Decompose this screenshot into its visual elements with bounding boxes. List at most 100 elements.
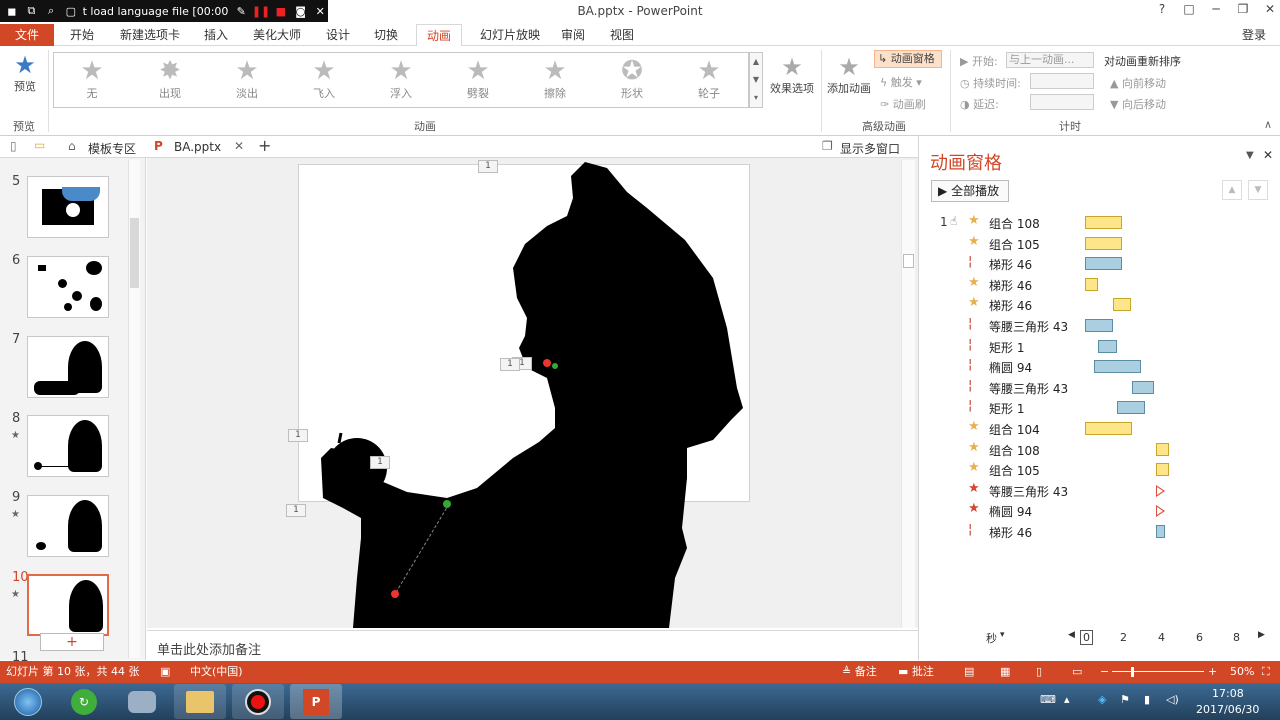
clock-date[interactable]: 2017/06/30 [1196,703,1259,716]
taskbar-app-green-icon[interactable]: ↻ [58,684,110,719]
pane-move-down-icon[interactable]: ▼ [1248,180,1268,200]
anim-tag[interactable]: 1 [478,160,498,173]
zoom-level[interactable]: 50% [1230,661,1254,683]
reading-view-icon[interactable]: ▯ [1036,661,1042,683]
multiwindow-button[interactable]: 显示多窗口 [840,140,900,157]
zoom-slider[interactable] [1112,671,1204,672]
anim-float-in[interactable]: ★ 浮入 [371,57,431,101]
help-button[interactable]: ? [1148,2,1176,20]
close-recorder-icon[interactable]: ✕ [312,3,328,19]
anim-none[interactable]: ★ 无 [62,57,122,101]
language-status[interactable]: 中文(中国) [190,661,243,683]
close-tab-icon[interactable]: ✕ [234,139,244,153]
tab-transitions[interactable]: 切换 [366,24,406,46]
new-doc-icon[interactable]: ▯ [10,139,17,153]
tray-flag-icon[interactable]: ⚑ [1120,693,1130,706]
tab-beautify[interactable]: 美化大师 [244,24,310,46]
timing-bar[interactable] [1085,236,1123,250]
timing-bar[interactable] [1131,380,1154,394]
login-link[interactable]: 登录 [1242,24,1266,46]
zoom-in-icon[interactable]: + [1208,661,1217,683]
taskbar-recorder-icon[interactable] [232,684,284,719]
timeline-unit[interactable]: 秒 [986,630,997,646]
tray-up-icon[interactable]: ▴ [1064,693,1070,706]
clock-time[interactable]: 17:08 [1212,687,1244,700]
animation-item[interactable]: ★ 等腰三角形 43 [938,481,1268,501]
animation-item[interactable]: ★ 组合 104 [938,419,1268,439]
ribbon-display-button[interactable]: □ [1175,2,1203,20]
timing-bar[interactable] [1112,298,1132,312]
tray-keyboard-icon[interactable]: ⌨ [1040,693,1056,706]
gallery-scroll[interactable]: ▲ ▼ ▾ [749,52,763,108]
anim-painter-button[interactable]: ✑ 动画刷 [880,96,926,112]
duration-input[interactable] [1030,73,1094,89]
animation-item[interactable]: ★ 组合 105 [938,460,1268,480]
add-slide-button[interactable]: + [40,633,104,651]
taskbar-powerpoint-icon[interactable]: P [290,684,342,719]
pane-move-up-icon[interactable]: ▲ [1222,180,1242,200]
timing-bar[interactable] [1085,216,1123,229]
anim-fade[interactable]: ★ 淡出 [217,57,277,101]
start-button[interactable] [2,684,54,719]
anim-split[interactable]: ★ 劈裂 [448,57,508,101]
tab-home[interactable]: 开始 [60,24,104,46]
trigger-button[interactable]: ϟ 触发 ▾ [880,74,922,90]
slide-thumb-9[interactable] [27,495,109,557]
anim-wheel[interactable]: ★ 轮子 [679,57,739,101]
camera-icon[interactable]: ◙ [293,3,309,19]
taskbar-explorer-icon[interactable] [174,684,226,719]
spellcheck-icon[interactable]: ▣ [160,661,170,683]
timing-bar[interactable] [1094,360,1141,374]
sorter-view-icon[interactable]: ▦ [1000,661,1010,683]
animation-item[interactable]: ¦ 梯形 46 [938,522,1268,542]
tray-volume-icon[interactable]: ◁) [1166,693,1179,706]
animation-item[interactable]: ★ 组合 108 [938,213,1268,233]
play-all-button[interactable]: ▶ 全部播放 [931,180,1009,202]
slide-panel-scrollbar[interactable] [128,160,140,658]
pane-close-icon[interactable]: ✕ [1263,148,1273,162]
template-tab[interactable]: 模板专区 [88,140,136,157]
add-tab-icon[interactable]: + [258,136,271,155]
folder-icon[interactable]: ▭ [34,138,45,152]
animation-item[interactable]: ★ 椭圆 94 [938,501,1268,521]
tab-design[interactable]: 设计 [318,24,358,46]
timing-bar[interactable] [1155,525,1165,538]
anim-appear[interactable]: ✸ 出现 [140,57,200,101]
windows-icon[interactable]: ◼ [4,3,20,19]
anim-tag[interactable]: 1 [370,456,390,469]
animation-item[interactable]: ¦ 等腰三角形 43 [938,316,1268,336]
unit-dropdown-icon[interactable]: ▾ [1000,630,1005,640]
tab-review[interactable]: 审阅 [556,24,590,46]
timing-bar[interactable] [1085,319,1113,332]
tab-view[interactable]: 视图 [602,24,642,46]
preview-button[interactable]: ★ 预览 [8,52,42,94]
zoom-thumb[interactable] [1131,667,1134,677]
move-later-button[interactable]: ▼ 向后移动 [1110,96,1166,112]
animation-item[interactable]: ¦ 椭圆 94 [938,357,1268,377]
slide-thumb-10[interactable] [27,574,109,636]
timing-bar[interactable] [1155,442,1169,456]
timing-bar[interactable] [1085,422,1132,435]
timing-bar[interactable] [1098,339,1117,353]
slide-thumb-5[interactable] [27,176,109,238]
tab-new[interactable]: 新建选项卡 [112,24,188,46]
timing-bar[interactable] [1085,277,1099,291]
canvas-scrollbar[interactable] [901,160,915,628]
collapse-ribbon-icon[interactable]: ∧ [1264,118,1272,131]
anim-tag[interactable]: 1 [286,504,306,517]
anim-shape[interactable]: ✪ 形状 [602,57,662,101]
minimize-button[interactable]: ─ [1202,2,1230,20]
close-button[interactable]: ✕ [1256,2,1280,20]
animation-item[interactable]: ¦ 矩形 1 [938,337,1268,357]
timing-bar[interactable] [1085,257,1123,271]
slide-thumb-8[interactable] [27,415,109,477]
animation-item[interactable]: ¦ 梯形 46 [938,254,1268,274]
move-earlier-button[interactable]: ▲ 向前移动 [1110,75,1166,91]
pen-icon[interactable]: ✎ [233,3,249,19]
stop-icon[interactable]: ■ [273,3,289,19]
notes-toggle[interactable]: ≜ 备注 [842,661,877,683]
tab-animations[interactable]: 动画 [416,24,462,47]
slide-thumb-7[interactable] [27,336,109,398]
animation-item[interactable]: ★ 梯形 46 [938,295,1268,315]
normal-view-icon[interactable]: ▤ [964,661,974,683]
